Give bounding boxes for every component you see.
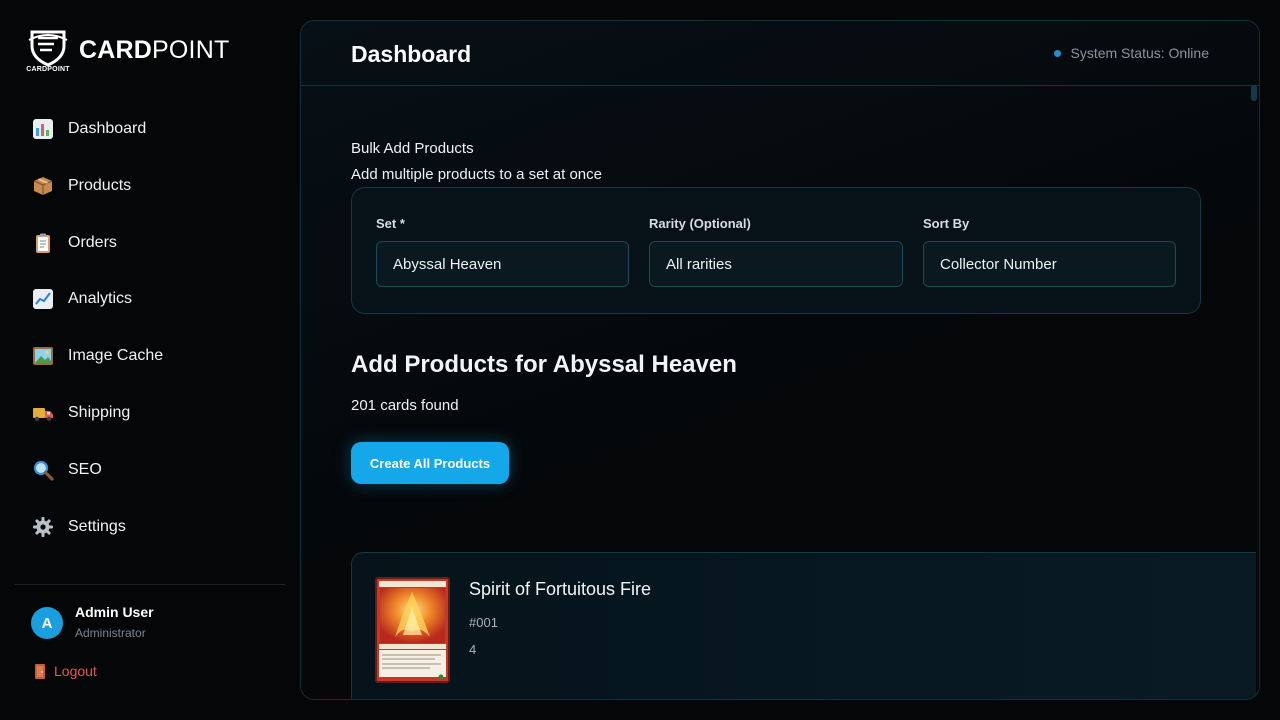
cards-found-count: 201 cards found <box>351 397 459 414</box>
set-field: Set * Abyssal Heaven <box>376 216 629 287</box>
card-image[interactable] <box>375 577 450 683</box>
set-select[interactable]: Abyssal Heaven <box>376 241 629 287</box>
sidebar-item-settings[interactable]: Settings <box>32 508 272 546</box>
avatar: A <box>31 607 63 639</box>
sidebar-item-label: Dashboard <box>68 120 147 137</box>
sidebar-item-label: Image Cache <box>68 347 164 365</box>
scrollbar-thumb[interactable] <box>1251 85 1257 101</box>
status-dot-icon <box>1054 49 1062 57</box>
bulk-add-subtitle: Add multiple products to a set at once <box>351 166 602 183</box>
brand-name: CARDPOINT <box>79 36 229 65</box>
brand-name-bold: CARD <box>79 35 153 64</box>
sort-field: Sort By Collector Number <box>923 216 1176 287</box>
page-title: Dashboard <box>351 41 472 67</box>
sidebar-item-label: Orders <box>68 233 117 251</box>
door-icon <box>35 663 45 679</box>
card-quantity: 4 <box>469 642 477 657</box>
sidebar-item-analytics[interactable]: Analytics <box>32 280 272 318</box>
rarity-select[interactable]: All rarities <box>649 241 903 287</box>
logout-label: Logout <box>54 663 97 679</box>
picture-icon <box>32 345 54 367</box>
sort-label: Sort By <box>923 216 970 231</box>
bar-chart-icon <box>32 118 54 140</box>
set-label: Set * <box>376 216 405 231</box>
card-name: Spirit of Fortuitous Fire <box>469 579 652 599</box>
truck-icon <box>32 402 54 424</box>
sidebar-item-label: SEO <box>68 460 102 478</box>
sidebar: CARDPOINT CARDPOINT Dashboard Products O… <box>0 0 300 720</box>
logout-button[interactable]: Logout <box>35 663 97 679</box>
user-profile[interactable]: A Admin User Administrator <box>31 604 154 640</box>
bulk-add-filters: Set * Abyssal Heaven Rarity (Optional) A… <box>351 187 1201 314</box>
rarity-value: All rarities <box>666 255 732 273</box>
sidebar-item-products[interactable]: Products <box>32 167 272 205</box>
set-value: Abyssal Heaven <box>393 255 502 273</box>
sort-select[interactable]: Collector Number <box>923 241 1176 287</box>
sidebar-item-shipping[interactable]: Shipping <box>32 394 272 432</box>
page-header: Dashboard System Status: Online <box>301 21 1259 86</box>
brand[interactable]: CARDPOINT CARDPOINT <box>26 28 229 76</box>
sidebar-item-label: Settings <box>68 517 126 535</box>
user-text: Admin User Administrator <box>75 604 154 640</box>
package-icon <box>32 175 54 197</box>
card-number: #001 <box>469 615 498 630</box>
system-status: System Status: Online <box>1054 45 1209 61</box>
magnifier-icon <box>32 459 54 481</box>
sidebar-item-image-cache[interactable]: Image Cache <box>32 337 272 375</box>
sidebar-item-label: Analytics <box>68 290 133 308</box>
sidebar-item-orders[interactable]: Orders <box>32 224 272 262</box>
sidebar-divider <box>15 584 285 585</box>
status-text: System Status: Online <box>1070 45 1209 61</box>
sidebar-item-dashboard[interactable]: Dashboard <box>32 110 272 148</box>
bulk-add-title: Bulk Add Products <box>351 140 474 157</box>
main-panel: Dashboard System Status: Online Bulk Add… <box>300 20 1260 700</box>
user-name: Admin User <box>75 604 154 620</box>
clipboard-icon <box>32 232 54 254</box>
rarity-field: Rarity (Optional) All rarities <box>649 216 903 287</box>
user-role: Administrator <box>75 626 146 640</box>
logo-caption: CARDPOINT <box>26 66 70 73</box>
line-chart-icon <box>32 288 54 310</box>
sidebar-nav: Dashboard Products Orders Analytics Imag… <box>32 110 272 564</box>
products-heading: Add Products for Abyssal Heaven <box>351 351 737 378</box>
sidebar-item-seo[interactable]: SEO <box>32 451 272 489</box>
rarity-label: Rarity (Optional) <box>649 216 751 231</box>
gear-icon <box>32 516 54 538</box>
create-all-products-button[interactable]: Create All Products <box>351 442 509 484</box>
sidebar-item-label: Products <box>68 176 132 194</box>
sidebar-item-label: Shipping <box>68 403 131 421</box>
brand-name-light: POINT <box>152 35 230 64</box>
product-card-row[interactable]: Spirit of Fortuitous Fire #001 4 <box>351 552 1256 699</box>
sort-value: Collector Number <box>940 255 1057 273</box>
cardpoint-logo-icon: CARDPOINT <box>26 28 70 76</box>
